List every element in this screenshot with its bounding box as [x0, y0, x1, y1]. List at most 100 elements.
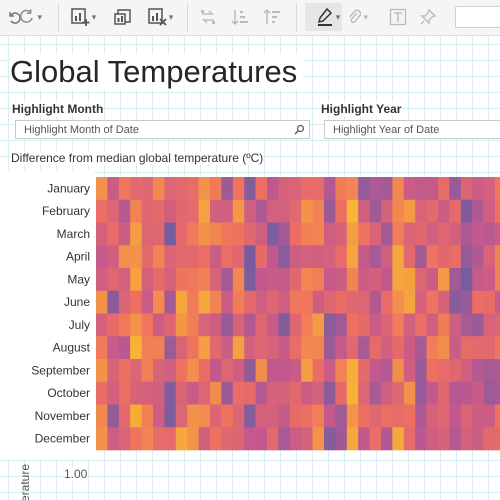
- heatmap-cell[interactable]: [118, 427, 131, 451]
- heatmap-cell[interactable]: [175, 268, 188, 292]
- heatmap-cell[interactable]: [221, 177, 234, 201]
- heatmap-cell[interactable]: [130, 268, 142, 292]
- heatmap-cell[interactable]: [358, 222, 370, 246]
- heatmap-cell[interactable]: [289, 222, 302, 246]
- heatmap-cell[interactable]: [495, 359, 500, 383]
- heatmap-cell[interactable]: [244, 268, 256, 292]
- heatmap-cell[interactable]: [369, 245, 382, 269]
- heatmap-cell[interactable]: [153, 427, 165, 451]
- heatmap-cell[interactable]: [369, 222, 382, 246]
- heatmap-cell[interactable]: [346, 336, 359, 360]
- heatmap-cell[interactable]: [175, 404, 188, 428]
- heatmap-cell[interactable]: [301, 199, 313, 223]
- heatmap-cell[interactable]: [210, 381, 222, 405]
- heatmap-cell[interactable]: [449, 359, 462, 383]
- heatmap-cell[interactable]: [301, 359, 313, 383]
- heatmap-cell[interactable]: [460, 359, 473, 383]
- heatmap-cell[interactable]: [449, 268, 462, 292]
- heatmap-cell[interactable]: [232, 199, 245, 223]
- heatmap-cell[interactable]: [358, 268, 370, 292]
- heatmap-cell[interactable]: [107, 290, 120, 314]
- heatmap-cell[interactable]: [426, 404, 439, 428]
- heatmap-cell[interactable]: [324, 199, 336, 223]
- redo-icon[interactable]: ▾: [18, 6, 42, 28]
- heatmap-cell[interactable]: [483, 199, 496, 223]
- clear-sheet-icon[interactable]: ▾: [142, 6, 178, 28]
- heatmap-cell[interactable]: [153, 313, 165, 337]
- heatmap-cell[interactable]: [381, 222, 393, 246]
- heatmap-cell[interactable]: [107, 245, 120, 269]
- heatmap-cell[interactable]: [381, 313, 393, 337]
- heatmap-cell[interactable]: [175, 245, 188, 269]
- heatmap-cell[interactable]: [164, 404, 177, 428]
- heatmap-cell[interactable]: [438, 313, 450, 337]
- heatmap-cell[interactable]: [483, 359, 496, 383]
- heatmap-cell[interactable]: [381, 427, 393, 451]
- heatmap-cell[interactable]: [267, 245, 279, 269]
- heatmap-cell[interactable]: [449, 427, 462, 451]
- heatmap-cell[interactable]: [153, 222, 165, 246]
- heatmap-cell[interactable]: [312, 177, 325, 201]
- heatmap-cell[interactable]: [153, 177, 165, 201]
- heatmap-cell[interactable]: [244, 177, 256, 201]
- swap-icon[interactable]: [198, 6, 218, 28]
- heatmap-cell[interactable]: [415, 381, 427, 405]
- heatmap-cell[interactable]: [449, 336, 462, 360]
- heatmap-cell[interactable]: [426, 222, 439, 246]
- heatmap-cell[interactable]: [118, 313, 131, 337]
- heatmap-cell[interactable]: [96, 268, 108, 292]
- heatmap-cell[interactable]: [198, 336, 211, 360]
- heatmap-cell[interactable]: [267, 381, 279, 405]
- heatmap-cell[interactable]: [301, 427, 313, 451]
- heatmap-cell[interactable]: [187, 199, 199, 223]
- heatmap-cell[interactable]: [210, 313, 222, 337]
- heatmap-cell[interactable]: [495, 222, 500, 246]
- heatmap-cell[interactable]: [403, 404, 416, 428]
- heatmap-cell[interactable]: [130, 199, 142, 223]
- heatmap-cell[interactable]: [415, 222, 427, 246]
- sort-descending-icon[interactable]: [262, 6, 282, 28]
- heatmap-cell[interactable]: [312, 381, 325, 405]
- heatmap-cell[interactable]: [392, 427, 405, 451]
- heatmap-cell[interactable]: [141, 381, 154, 405]
- heatmap-cell[interactable]: [438, 381, 450, 405]
- heatmap-cell[interactable]: [141, 268, 154, 292]
- heatmap-cell[interactable]: [107, 177, 120, 201]
- heatmap-cell[interactable]: [107, 268, 120, 292]
- heatmap-cell[interactable]: [369, 427, 382, 451]
- heatmap-cell[interactable]: [460, 222, 473, 246]
- heatmap-cell[interactable]: [346, 245, 359, 269]
- heatmap-cell[interactable]: [312, 268, 325, 292]
- heatmap-cell[interactable]: [96, 222, 108, 246]
- heatmap-cell[interactable]: [472, 427, 484, 451]
- heatmap-cell[interactable]: [358, 177, 370, 201]
- heatmap-cell[interactable]: [278, 404, 291, 428]
- heatmap-cell[interactable]: [118, 177, 131, 201]
- heatmap-cell[interactable]: [392, 222, 405, 246]
- heatmap-cell[interactable]: [198, 290, 211, 314]
- heatmap-cell[interactable]: [164, 290, 177, 314]
- heatmap-cell[interactable]: [175, 381, 188, 405]
- heatmap-cell[interactable]: [495, 290, 500, 314]
- heatmap-cell[interactable]: [449, 313, 462, 337]
- heatmap-cell[interactable]: [118, 381, 131, 405]
- heatmap-cell[interactable]: [267, 222, 279, 246]
- heatmap-cell[interactable]: [141, 313, 154, 337]
- heatmap-cell[interactable]: [221, 313, 234, 337]
- heatmap-cell[interactable]: [153, 381, 165, 405]
- heatmap-cell[interactable]: [403, 199, 416, 223]
- heatmap-cell[interactable]: [187, 427, 199, 451]
- heatmap-cell[interactable]: [255, 199, 268, 223]
- heatmap-cell[interactable]: [369, 313, 382, 337]
- heatmap-cell[interactable]: [289, 359, 302, 383]
- highlight-pen-icon[interactable]: ▾: [310, 6, 346, 28]
- heatmap-cell[interactable]: [495, 268, 500, 292]
- heatmap-cell[interactable]: [415, 245, 427, 269]
- temperature-heatmap[interactable]: January February March April May June July Augu…: [0, 170, 500, 460]
- heatmap-cell[interactable]: [244, 222, 256, 246]
- heatmap-cell[interactable]: [392, 359, 405, 383]
- heatmap-cell[interactable]: [483, 381, 496, 405]
- heatmap-cell[interactable]: [381, 359, 393, 383]
- heatmap-cell[interactable]: [255, 359, 268, 383]
- heatmap-cell[interactable]: [460, 404, 473, 428]
